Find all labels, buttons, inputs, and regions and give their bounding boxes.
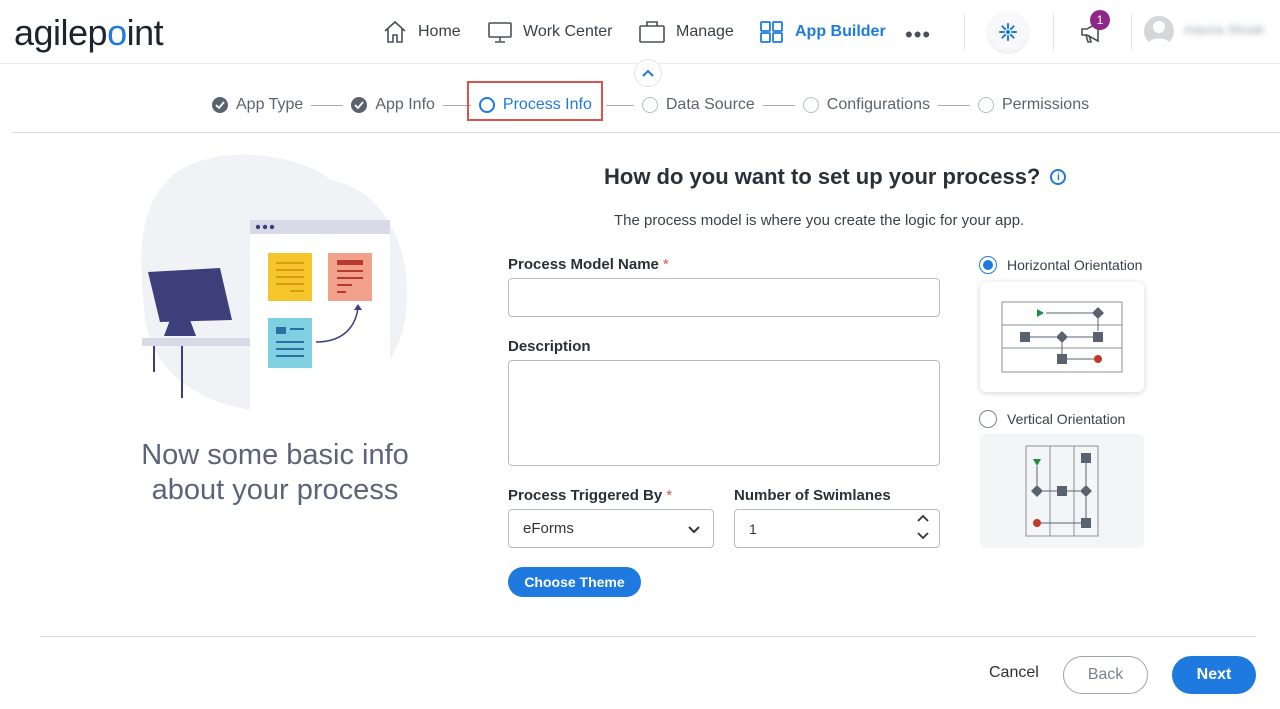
home-icon [384, 20, 406, 43]
step-label: App Info [375, 96, 435, 113]
process-illustration [140, 150, 410, 415]
selected-trigger: eForms [523, 520, 574, 537]
wizard-stepper: App Type App Info Process Info Data Sour… [212, 92, 1089, 118]
spin-buttons [917, 513, 929, 541]
radio-selected[interactable] [979, 256, 997, 274]
briefcase-icon [639, 21, 665, 43]
logo-text-prefix: agilep [14, 12, 108, 53]
nav-divider [1131, 14, 1132, 50]
description-textarea[interactable] [508, 360, 940, 466]
nav-home[interactable]: Home [382, 0, 461, 64]
step-connector [937, 104, 970, 106]
nav-manage[interactable]: Manage [638, 0, 734, 64]
choose-theme-button[interactable]: Choose Theme [508, 567, 641, 597]
grid-icon [760, 21, 783, 43]
swimlanes-stepper[interactable]: 1 [734, 509, 940, 548]
step-connector [762, 104, 795, 106]
step-configurations[interactable]: Configurations [802, 96, 930, 114]
info-icon[interactable]: i [1050, 169, 1067, 185]
swimlanes-value: 1 [749, 520, 757, 537]
circle-icon [641, 97, 658, 113]
step-connector [311, 104, 344, 106]
nav-divider [964, 14, 965, 50]
agilepoint-logo[interactable]: agilepoint [14, 12, 164, 54]
collapse-header-button[interactable] [634, 59, 662, 87]
process-model-name-label-text: Process Model Name [508, 256, 659, 273]
circle-icon [802, 97, 819, 113]
next-button[interactable]: Next [1172, 656, 1256, 694]
form-subtitle: The process model is where you create th… [614, 212, 1025, 229]
notification-badge: 1 [1090, 10, 1110, 30]
vertical-orientation-preview[interactable] [980, 434, 1144, 548]
vertical-orientation-option[interactable]: Vertical Orientation [979, 410, 1125, 428]
logo-text-suffix: int [126, 12, 164, 53]
description-label: Description [508, 338, 591, 355]
vertical-orientation-label: Vertical Orientation [1007, 411, 1126, 427]
required-marker: * [666, 487, 673, 504]
number-of-swimlanes-label: Number of Swimlanes [734, 487, 891, 504]
horizontal-orientation-label: Horizontal Orientation [1007, 257, 1143, 273]
current-step-highlight [467, 81, 603, 121]
header-divider [11, 132, 1280, 133]
monitor-icon [488, 22, 512, 43]
chevron-down-icon [688, 526, 700, 534]
step-label: App Type [236, 96, 304, 113]
nav-home-label: Home [418, 23, 461, 40]
process-model-name-label: Process Model Name * [508, 256, 669, 273]
footer-divider [40, 636, 1256, 637]
check-icon [351, 97, 368, 113]
step-app-type[interactable]: App Type [212, 96, 303, 114]
user-icon [1147, 21, 1171, 46]
form-title: How do you want to set up your process? … [604, 164, 1067, 190]
process-triggered-by-label: Process Triggered By * [508, 487, 672, 504]
circle-icon [977, 97, 994, 113]
cancel-button[interactable]: Cancel [989, 664, 1039, 682]
nav-app-builder-label: App Builder [795, 23, 886, 40]
required-marker: * [662, 256, 669, 273]
process-model-name-input[interactable] [508, 278, 940, 317]
horizontal-orientation-option[interactable]: Horizontal Orientation [979, 256, 1142, 274]
top-navigation-bar: agilepoint Home Work Center Manage App B… [0, 0, 1280, 64]
step-app-info[interactable]: App Info [351, 96, 435, 114]
process-triggered-by-label-text: Process Triggered By [508, 487, 663, 504]
back-button[interactable]: Back [1063, 656, 1148, 694]
step-label: Permissions [1001, 96, 1090, 113]
logo-text-dot: o [107, 12, 127, 53]
decrement-icon[interactable] [917, 529, 929, 541]
ai-assistant-button[interactable] [988, 12, 1028, 52]
avatar[interactable] [1144, 16, 1174, 46]
radio-unselected[interactable] [979, 410, 997, 428]
step-permissions[interactable]: Permissions [977, 96, 1090, 114]
step-label: Data Source [665, 96, 755, 113]
nav-work-center[interactable]: Work Center [487, 0, 613, 64]
process-triggered-by-select[interactable]: eForms [508, 509, 714, 548]
username[interactable]: mauna Shoak [1184, 22, 1274, 40]
nav-divider [1053, 14, 1054, 50]
chevron-up-icon [642, 69, 654, 77]
step-data-source[interactable]: Data Source [641, 96, 755, 114]
nav-app-builder[interactable]: App Builder [759, 0, 886, 64]
step-label: Configurations [826, 96, 930, 113]
nav-manage-label: Manage [676, 23, 734, 40]
illustration-tagline: Now some basic info about your process [141, 439, 409, 506]
nav-work-center-label: Work Center [523, 23, 613, 40]
sparkle-icon [999, 23, 1017, 41]
increment-icon[interactable] [917, 513, 929, 525]
more-menu-icon[interactable]: ••• [905, 22, 931, 48]
form-title-text: How do you want to set up your process? [604, 164, 1041, 189]
check-icon [212, 97, 228, 113]
step-connector [605, 104, 634, 106]
horizontal-orientation-preview[interactable] [980, 282, 1144, 392]
